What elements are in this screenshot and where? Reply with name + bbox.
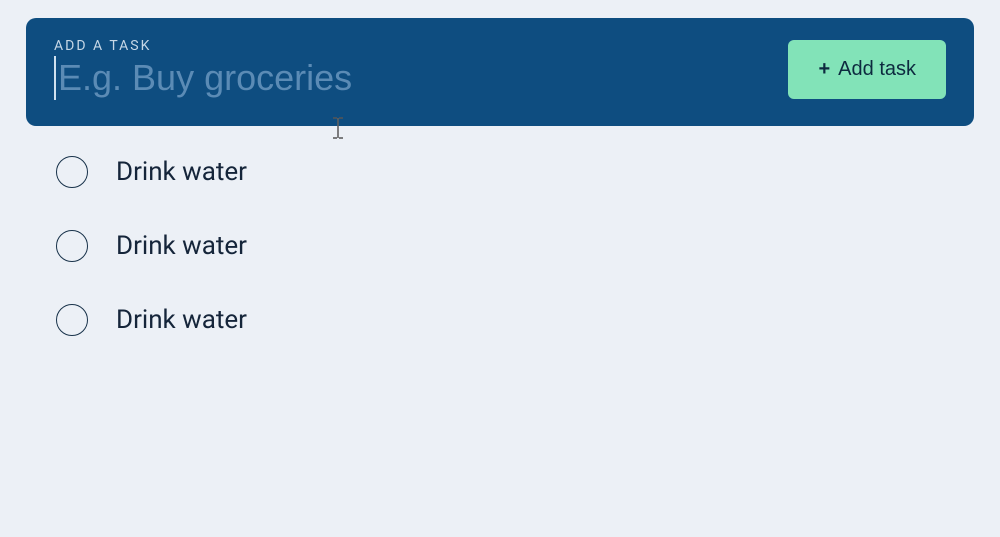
- task-input[interactable]: [54, 56, 788, 100]
- add-task-button-label: Add task: [838, 58, 916, 81]
- task-checkbox[interactable]: [56, 156, 88, 188]
- task-input-label: Add a task: [54, 38, 788, 54]
- task-checkbox[interactable]: [56, 304, 88, 336]
- plus-icon: +: [818, 59, 830, 79]
- task-row: Drink water: [56, 156, 944, 188]
- task-row: Drink water: [56, 304, 944, 336]
- task-list: Drink water Drink water Drink water: [0, 156, 1000, 336]
- task-row: Drink water: [56, 230, 944, 262]
- add-task-button[interactable]: + Add task: [788, 40, 946, 99]
- task-input-area: Add a task: [54, 38, 788, 100]
- add-task-panel: Add a task + Add task: [26, 18, 974, 126]
- task-text: Drink water: [116, 231, 247, 261]
- task-text: Drink water: [116, 305, 247, 335]
- task-checkbox[interactable]: [56, 230, 88, 262]
- task-text: Drink water: [116, 157, 247, 187]
